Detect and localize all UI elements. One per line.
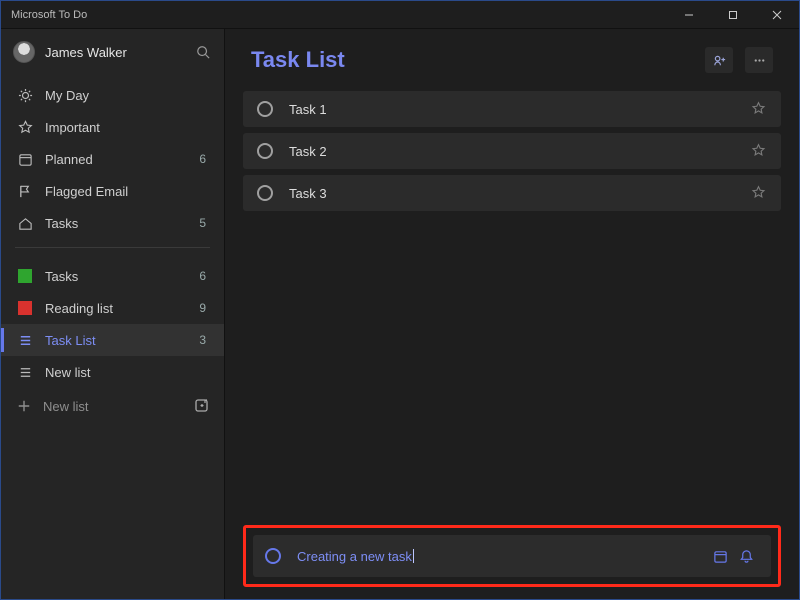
sidebar-item-count: 6 — [199, 152, 210, 166]
sidebar-item-label: Tasks — [45, 269, 187, 284]
app-window: Microsoft To Do James Walker — [0, 0, 800, 600]
sun-icon — [17, 87, 33, 103]
window-title: Microsoft To Do — [11, 9, 87, 21]
sidebar-item-tasks2[interactable]: Tasks 6 — [1, 260, 224, 292]
list-icon — [17, 332, 33, 348]
home-icon — [17, 215, 33, 231]
sidebar-item-count: 9 — [199, 301, 210, 315]
new-group-icon[interactable] — [194, 398, 210, 414]
sidebar-item-label: Flagged Email — [45, 184, 194, 199]
custom-lists: Tasks 6 Reading list 9 Task List 3 — [1, 256, 224, 388]
titlebar: Microsoft To Do — [1, 1, 799, 29]
star-icon[interactable] — [751, 143, 767, 159]
task-title: Task 1 — [289, 102, 751, 117]
sidebar-item-newlist[interactable]: New list — [1, 356, 224, 388]
color-swatch-icon — [17, 268, 33, 284]
window-close-button[interactable] — [755, 1, 799, 29]
main-panel: Task List Task 1 Task 2 — [225, 29, 799, 599]
new-list-label: New list — [43, 399, 182, 414]
sidebar-item-important[interactable]: Important — [1, 111, 224, 143]
task-row[interactable]: Task 3 — [243, 175, 781, 211]
sidebar-item-label: Tasks — [45, 216, 187, 231]
sidebar: James Walker My Day — [1, 29, 225, 599]
flag-icon — [17, 183, 33, 199]
star-icon[interactable] — [751, 185, 767, 201]
window-maximize-button[interactable] — [711, 1, 755, 29]
reminder-icon[interactable] — [733, 545, 759, 567]
star-icon — [17, 119, 33, 135]
add-task-input[interactable]: Creating a new task — [297, 549, 707, 564]
sidebar-item-count: 6 — [199, 269, 210, 283]
new-list-row[interactable]: New list — [1, 388, 224, 424]
sidebar-item-reading[interactable]: Reading list 9 — [1, 292, 224, 324]
profile-row[interactable]: James Walker — [1, 29, 224, 75]
complete-toggle-icon[interactable] — [257, 185, 273, 201]
window-minimize-button[interactable] — [667, 1, 711, 29]
sidebar-item-label: Reading list — [45, 301, 187, 316]
complete-toggle-icon[interactable] — [257, 101, 273, 117]
plus-icon — [17, 399, 31, 413]
task-row[interactable]: Task 2 — [243, 133, 781, 169]
sidebar-item-myday[interactable]: My Day — [1, 79, 224, 111]
sidebar-item-count: 5 — [199, 216, 210, 230]
share-button[interactable] — [705, 47, 733, 73]
add-task-value: Creating a new task — [297, 549, 412, 564]
add-task-bar[interactable]: Creating a new task — [253, 535, 771, 577]
circle-icon — [265, 548, 281, 564]
sidebar-item-label: Task List — [45, 333, 187, 348]
text-cursor — [413, 549, 414, 563]
sidebar-item-label: Planned — [45, 152, 187, 167]
sidebar-item-count: 3 — [199, 333, 210, 347]
calendar-icon — [17, 151, 33, 167]
task-row[interactable]: Task 1 — [243, 91, 781, 127]
sidebar-item-label: My Day — [45, 88, 194, 103]
more-button[interactable] — [745, 47, 773, 73]
list-icon — [17, 364, 33, 380]
sidebar-item-tasklist[interactable]: Task List 3 — [1, 324, 224, 356]
color-swatch-icon — [17, 300, 33, 316]
profile-name: James Walker — [45, 45, 186, 60]
sidebar-divider — [15, 247, 210, 248]
task-title: Task 3 — [289, 186, 751, 201]
sidebar-item-label: Important — [45, 120, 194, 135]
annotation-highlight: Creating a new task — [243, 525, 781, 587]
avatar — [13, 41, 35, 63]
due-date-icon[interactable] — [707, 545, 733, 567]
sidebar-item-label: New list — [45, 365, 194, 380]
list-header: Task List — [225, 29, 799, 87]
star-icon[interactable] — [751, 101, 767, 117]
page-title[interactable]: Task List — [251, 47, 697, 73]
search-icon[interactable] — [196, 45, 210, 59]
sidebar-item-flagged[interactable]: Flagged Email — [1, 175, 224, 207]
task-list: Task 1 Task 2 Task 3 — [225, 87, 799, 211]
sidebar-item-planned[interactable]: Planned 6 — [1, 143, 224, 175]
sidebar-item-tasks[interactable]: Tasks 5 — [1, 207, 224, 239]
smart-lists: My Day Important Planned — [1, 75, 224, 239]
task-title: Task 2 — [289, 144, 751, 159]
complete-toggle-icon[interactable] — [257, 143, 273, 159]
